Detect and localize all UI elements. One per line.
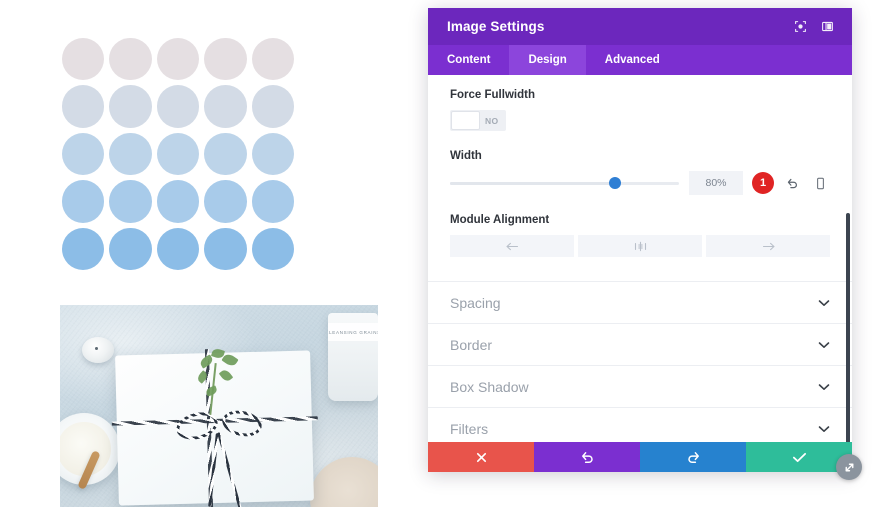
- undo-button[interactable]: [534, 442, 640, 472]
- dot-r2-c5: [251, 85, 294, 128]
- dot-r4-c2: [109, 180, 152, 223]
- panel-action-bar: [428, 442, 852, 472]
- accordion-row-spacing[interactable]: Spacing: [428, 281, 852, 323]
- dot-r4-c4: [204, 180, 247, 223]
- dot-r3-c1: [62, 132, 105, 176]
- chevron-down-icon: [818, 299, 830, 307]
- dot-r2-c1: [62, 85, 105, 128]
- dot-r3-c3: [156, 132, 200, 176]
- dot-r1-c2: [109, 38, 152, 81]
- slider-fill: [450, 181, 615, 185]
- dot-r5-c4: [204, 227, 247, 271]
- jar-label: CLEANSING GRAINS: [328, 323, 378, 341]
- tab-content[interactable]: Content: [428, 45, 509, 75]
- accordion-label: Filters: [450, 420, 489, 437]
- page-canvas: CLEANSING GRAINS: [0, 0, 420, 507]
- settings-accordion: Spacing Border Box Shadow Filters: [428, 281, 852, 442]
- dot-r5-c5: [251, 227, 294, 271]
- panel-title: Image Settings: [447, 19, 545, 34]
- chevron-down-icon: [818, 341, 830, 349]
- accordion-label: Box Shadow: [450, 378, 529, 395]
- toggle-knob: [451, 111, 480, 130]
- design-settings-group: Force Fullwidth NO Width 80% 1 Module Al…: [428, 75, 852, 263]
- panel-body: Force Fullwidth NO Width 80% 1 Module Al…: [428, 75, 852, 442]
- panel-scroll-content: Force Fullwidth NO Width 80% 1 Module Al…: [428, 75, 852, 442]
- redo-button[interactable]: [640, 442, 746, 472]
- dot-r5-c2: [109, 227, 152, 271]
- width-control-row: 80% 1: [450, 171, 830, 195]
- dot-r4-c5: [251, 180, 294, 223]
- dot-r1-c4: [204, 38, 247, 81]
- tab-design[interactable]: Design: [509, 45, 586, 75]
- dot-r1-c1: [62, 38, 105, 81]
- width-value-input[interactable]: 80%: [689, 171, 743, 195]
- align-left-button[interactable]: [450, 235, 574, 257]
- resize-diagonal-icon[interactable]: [836, 454, 862, 480]
- align-right-button[interactable]: [706, 235, 830, 257]
- toggle-value: NO: [485, 115, 499, 126]
- dot-r5-c1: [62, 227, 105, 271]
- image-settings-panel: Image Settings Content Design Advanced F…: [428, 8, 852, 472]
- accordion-row-filters[interactable]: Filters: [428, 407, 852, 442]
- target-settings-icon[interactable]: [789, 16, 811, 38]
- dot-r2-c4: [204, 85, 247, 128]
- dot-r3-c4: [204, 132, 247, 176]
- dot-r2-c2: [109, 85, 152, 128]
- panel-header: Image Settings: [428, 8, 852, 45]
- screen: CLEANSING GRAINS Image Settings: [0, 0, 880, 507]
- slider-handle[interactable]: [608, 177, 621, 189]
- dots-grid-module[interactable]: [62, 38, 294, 271]
- chevron-down-icon: [818, 383, 830, 391]
- module-alignment-options: [450, 235, 830, 257]
- dot-r4-c3: [156, 180, 200, 223]
- force-fullwidth-label: Force Fullwidth: [450, 89, 535, 101]
- accordion-label: Border: [450, 336, 493, 353]
- tab-advanced[interactable]: Advanced: [586, 45, 679, 75]
- dot-r4-c1: [62, 180, 105, 223]
- width-slider[interactable]: [450, 175, 689, 191]
- dot-r1-c5: [251, 38, 294, 81]
- dot-r3-c2: [109, 132, 152, 176]
- align-center-button[interactable]: [578, 235, 702, 257]
- width-label: Width: [450, 150, 482, 162]
- accordion-row-border[interactable]: Border: [428, 323, 852, 365]
- image-module-photo[interactable]: CLEANSING GRAINS: [60, 305, 378, 507]
- slider-track: [450, 177, 679, 189]
- cancel-button[interactable]: [428, 442, 534, 472]
- accordion-label: Spacing: [450, 294, 501, 311]
- tab-bar: Content Design Advanced: [428, 45, 852, 75]
- module-alignment-label: Module Alignment: [450, 214, 550, 226]
- cleansing-grains-jar: CLEANSING GRAINS: [328, 313, 378, 401]
- accordion-row-box-shadow[interactable]: Box Shadow: [428, 365, 852, 407]
- sea-urchin-shell: [82, 337, 114, 363]
- mobile-device-icon[interactable]: [810, 173, 830, 193]
- dot-r2-c3: [156, 85, 200, 128]
- dot-r1-c3: [156, 38, 200, 81]
- dot-r5-c3: [156, 227, 200, 271]
- layout-columns-icon[interactable]: [816, 16, 838, 38]
- dot-r3-c5: [251, 132, 294, 176]
- undo-icon[interactable]: [782, 173, 802, 193]
- chevron-down-icon: [818, 425, 830, 433]
- force-fullwidth-toggle[interactable]: NO: [450, 110, 506, 131]
- step-badge-1: 1: [752, 172, 774, 194]
